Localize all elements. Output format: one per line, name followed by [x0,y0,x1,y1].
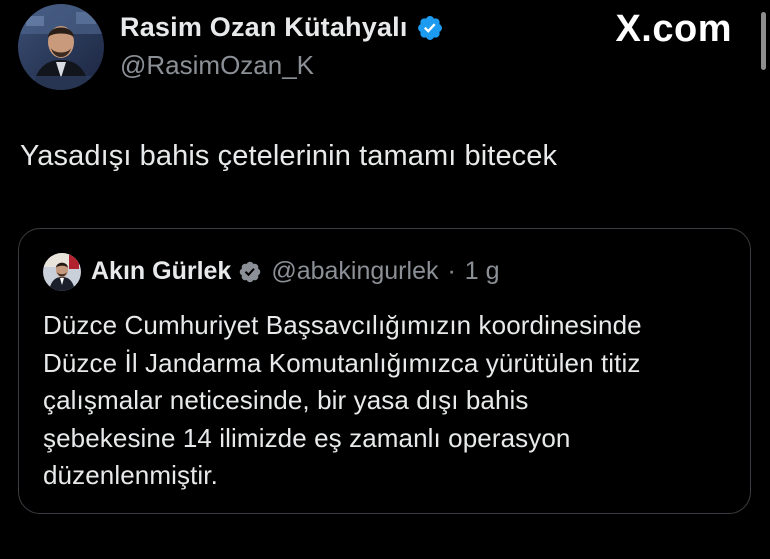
author-avatar[interactable] [18,4,104,90]
verified-badge-icon [417,15,442,40]
avatar-photo-icon [18,4,104,90]
quoted-author-handle[interactable]: @abakingurlek [271,257,438,286]
author-name[interactable]: Rasim Ozan Kütahyalı [120,12,408,43]
quoted-author-name[interactable]: Akın Gürlek [91,257,231,286]
quoted-tweet-line: Düzce Cumhuriyet Başsavcılığımızın koord… [43,310,642,340]
quoted-tweet-line: düzenlenmiştir. [43,460,218,490]
tweet-text: Yasadışı bahis çetelerinin tamamı bitece… [20,140,558,172]
header-separator: · [447,257,456,285]
quoted-tweet-body: Düzce Cumhuriyet Başsavcılığımızın koord… [43,307,733,495]
quoted-tweet-card[interactable]: Akın Gürlek @abakingurlek · 1 g Düzce Cu… [18,228,751,514]
quoted-author-avatar[interactable] [43,253,81,291]
quoted-tweet-line: şebekesine 14 ilimizde eş zamanlı operas… [43,422,571,453]
brand-watermark: X.com [615,8,732,50]
scrollbar[interactable] [761,12,766,70]
author-name-row: Rasim Ozan Kütahyalı [120,12,444,43]
verified-badge-icon [240,261,261,282]
quoted-tweet-time[interactable]: 1 g [465,257,500,286]
quoted-tweet-line: çalışmalar neticesinde, bir yasa dışı ba… [43,385,529,415]
quoted-avatar-photo-icon [43,253,81,291]
quoted-tweet-header: Akın Gürlek @abakingurlek · 1 g [91,257,500,286]
author-handle[interactable]: @RasimOzan_K [120,50,314,81]
quoted-tweet-line: Düzce İl Jandarma Komutanlığımızca yürüt… [43,347,641,378]
